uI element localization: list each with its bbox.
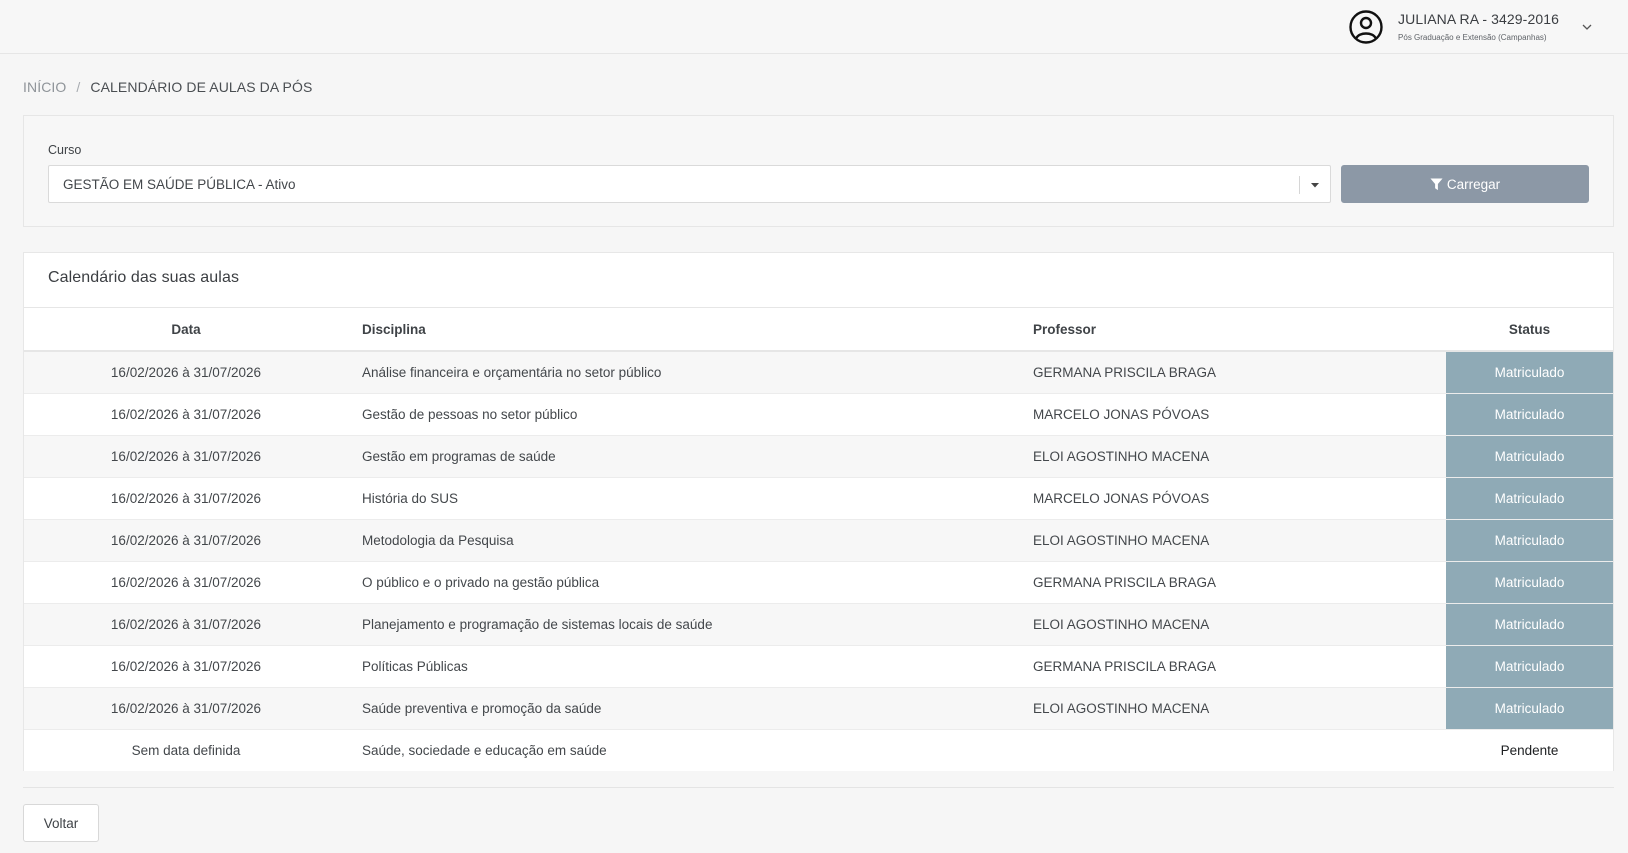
user-info: JULIANA RA - 3429-2016 Pós Graduação e E… — [1398, 10, 1559, 45]
table-row: 16/02/2026 à 31/07/2026 História do SUS MA… — [24, 476, 1613, 519]
cell-status: Matriculado — [1446, 476, 1613, 519]
cell-date: 16/02/2026 à 31/07/2026 — [24, 434, 348, 477]
select-divider — [1299, 176, 1300, 194]
cell-professor: ELOI AGOSTINHO MACENA — [1031, 686, 1446, 729]
table-row: 16/02/2026 à 31/07/2026 Análise financeir… — [24, 350, 1613, 393]
column-header-discipline: Disciplina — [348, 308, 1031, 352]
cell-discipline: Saúde, sociedade e educação em saúde — [348, 728, 1031, 771]
cell-professor: GERMANA PRISCILA BRAGA — [1031, 644, 1446, 687]
cell-date: 16/02/2026 à 31/07/2026 — [24, 476, 348, 519]
course-label: Curso — [48, 143, 82, 157]
caret-down-icon[interactable] — [1310, 180, 1320, 190]
chevron-down-icon[interactable] — [1581, 21, 1593, 33]
breadcrumb: INÍCIO / CALENDÁRIO DE AULAS DA PÓS — [23, 79, 312, 95]
cell-status: Matriculado — [1446, 518, 1613, 561]
user-menu[interactable]: JULIANA RA - 3429-2016 Pós Graduação e E… — [1348, 6, 1593, 48]
cell-professor: ELOI AGOSTINHO MACENA — [1031, 602, 1446, 645]
cell-discipline: História do SUS — [348, 476, 1031, 519]
table-row: 16/02/2026 à 31/07/2026 Planejamento e pr… — [24, 602, 1613, 645]
table-row: 16/02/2026 à 31/07/2026 Saúde preventiva … — [24, 686, 1613, 729]
column-header-status: Status — [1446, 308, 1613, 352]
cell-discipline: Planejamento e programação de sistemas l… — [348, 602, 1031, 645]
cell-status: Matriculado — [1446, 350, 1613, 393]
load-button-label: Carregar — [1446, 176, 1501, 192]
cell-discipline: Saúde preventiva e promoção da saúde — [348, 686, 1031, 729]
table-row: 16/02/2026 à 31/07/2026 Gestão em program… — [24, 434, 1613, 477]
cell-discipline: Gestão de pessoas no setor público — [348, 392, 1031, 435]
cell-date: 16/02/2026 à 31/07/2026 — [24, 644, 348, 687]
user-circle-icon — [1349, 10, 1383, 44]
table-header-row: Data Disciplina Professor Status — [24, 308, 1613, 352]
cell-date: Sem data definida — [24, 728, 348, 771]
cell-status: Matriculado — [1446, 602, 1613, 645]
cell-professor: MARCELO JONAS PÓVOAS — [1031, 392, 1446, 435]
breadcrumb-separator: / — [76, 79, 81, 95]
calendar-card: Calendário das suas aulas Data Disciplin… — [23, 252, 1614, 771]
table-row: 16/02/2026 à 31/07/2026 Metodologia da Pe… — [24, 518, 1613, 561]
lessons-table: Data Disciplina Professor Status 16/02/2… — [24, 308, 1613, 771]
cell-status: Matriculado — [1446, 644, 1613, 687]
cell-professor: ELOI AGOSTINHO MACENA — [1031, 518, 1446, 561]
cell-status: Matriculado — [1446, 434, 1613, 477]
cell-status: Matriculado — [1446, 686, 1613, 729]
cell-status: Matriculado — [1446, 392, 1613, 435]
cell-status: Pendente — [1446, 728, 1613, 771]
cell-discipline: Metodologia da Pesquisa — [348, 518, 1031, 561]
column-header-date: Data — [24, 308, 348, 352]
breadcrumb-current: CALENDÁRIO DE AULAS DA PÓS — [90, 79, 313, 95]
load-button[interactable]: Carregar — [1341, 165, 1589, 203]
cell-date: 16/02/2026 à 31/07/2026 — [24, 350, 348, 393]
column-header-professor: Professor — [1031, 308, 1446, 352]
cell-professor: ELOI AGOSTINHO MACENA — [1031, 434, 1446, 477]
top-header: JULIANA RA - 3429-2016 Pós Graduação e E… — [0, 0, 1628, 54]
table-row: 16/02/2026 à 31/07/2026 O público e o pri… — [24, 560, 1613, 603]
cell-status: Matriculado — [1446, 560, 1613, 603]
cell-date: 16/02/2026 à 31/07/2026 — [24, 518, 348, 561]
user-subtitle: Pós Graduação e Extensão (Campanhas) — [1398, 32, 1547, 42]
cell-discipline: Gestão em programas de saúde — [348, 434, 1031, 477]
course-filter-panel: Curso GESTÃO EM SAÚDE PÚBLICA - Ativo Ca… — [23, 115, 1614, 227]
course-select[interactable]: GESTÃO EM SAÚDE PÚBLICA - Ativo — [48, 165, 1331, 203]
cell-professor: GERMANA PRISCILA BRAGA — [1031, 350, 1446, 393]
divider — [23, 787, 1614, 788]
card-title: Calendário das suas aulas — [48, 269, 240, 286]
table-row: Sem data definida Saúde, sociedade e educ… — [24, 728, 1613, 771]
cell-discipline: O público e o privado na gestão pública — [348, 560, 1031, 603]
cell-date: 16/02/2026 à 31/07/2026 — [24, 560, 348, 603]
table-row: 16/02/2026 à 31/07/2026 Políticas Pública… — [24, 644, 1613, 687]
course-select-value: GESTÃO EM SAÚDE PÚBLICA - Ativo — [63, 177, 296, 192]
cell-date: 16/02/2026 à 31/07/2026 — [24, 392, 348, 435]
breadcrumb-home-link[interactable]: INÍCIO — [23, 79, 66, 95]
user-name: JULIANA RA - 3429-2016 — [1398, 10, 1559, 27]
cell-professor: MARCELO JONAS PÓVOAS — [1031, 476, 1446, 519]
cell-professor — [1031, 728, 1446, 771]
cell-date: 16/02/2026 à 31/07/2026 — [24, 602, 348, 645]
back-button[interactable]: Voltar — [23, 804, 99, 842]
cell-discipline: Análise financeira e orçamentária no set… — [348, 350, 1031, 393]
table-row: 16/02/2026 à 31/07/2026 Gestão de pessoas… — [24, 392, 1613, 435]
cell-professor: GERMANA PRISCILA BRAGA — [1031, 560, 1446, 603]
cell-discipline: Políticas Públicas — [348, 644, 1031, 687]
lessons-table-body: 16/02/2026 à 31/07/2026 Análise financeir… — [24, 350, 1613, 771]
filter-icon — [1430, 177, 1443, 190]
cell-date: 16/02/2026 à 31/07/2026 — [24, 686, 348, 729]
